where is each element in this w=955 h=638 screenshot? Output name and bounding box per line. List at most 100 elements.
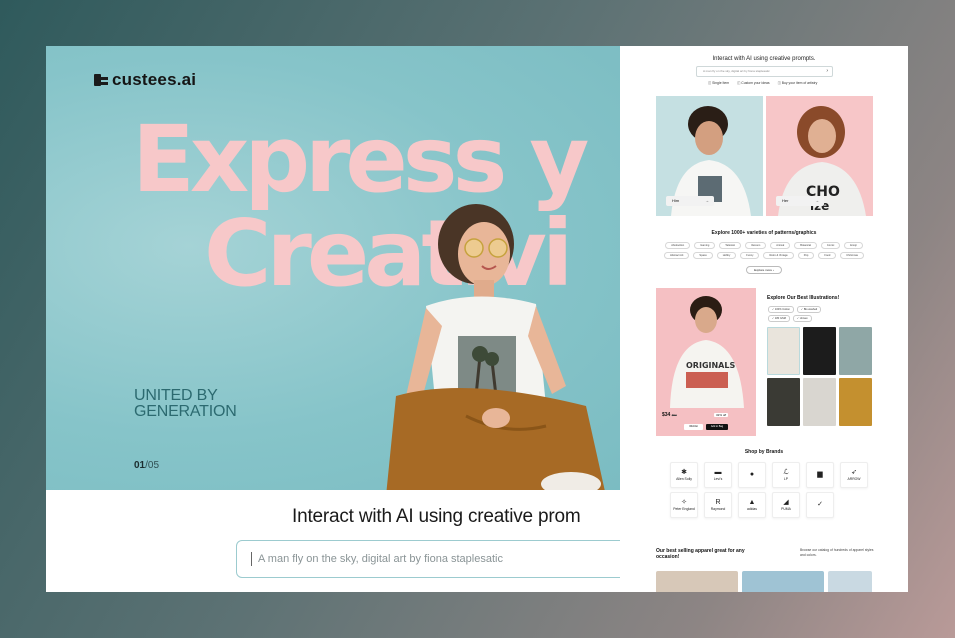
featured-product-card[interactable]: ORIGINALS $34 $50 32% off Wishlist Add t… <box>656 288 756 436</box>
logo-text: custees.ai <box>112 70 197 89</box>
pattern-tag[interactable]: Funny <box>740 252 760 259</box>
brand-logo[interactable]: ▬ Levi's <box>704 462 732 488</box>
pattern-tags: Abstraction Gaming Tattooist Vacuum Animal Bo… <box>660 242 868 259</box>
pattern-tag[interactable]: Gaming <box>694 242 716 249</box>
illustration-item[interactable] <box>803 378 836 426</box>
chip-custom-ideas[interactable]: Custom your ideas <box>737 81 769 85</box>
her-category-tile[interactable]: CHO ize Her → <box>766 96 873 216</box>
brand-name: PUMA <box>781 507 791 511</box>
arrow-right-icon: → <box>815 198 819 203</box>
brand-logo[interactable]: ▆ <box>806 462 834 488</box>
brand-glyph-icon: ➶ <box>851 469 857 476</box>
product-thumbnail[interactable] <box>742 571 824 592</box>
brand-logo[interactable]: ✱ Allen Solly <box>670 462 698 488</box>
price-value: $34 <box>662 412 671 418</box>
hero-headline-line-1: Express y <box>132 106 589 213</box>
tag-bio-washed[interactable]: Bio washed <box>796 306 822 313</box>
logo[interactable]: custees.ai <box>94 70 196 90</box>
patterns-title: Explore 1000+ varieties of patterns/grap… <box>711 230 817 236</box>
him-button[interactable]: Him → <box>666 196 714 206</box>
brand-logo[interactable]: ◢ PUMA <box>772 492 800 518</box>
her-label: Her <box>782 198 789 203</box>
panel-search-placeholder: A man fly on the sky, digital art by fio… <box>703 69 770 73</box>
illustration-tags: 100% Cotton Bio washed 180 GSM Unisex <box>768 306 838 322</box>
pattern-tag[interactable]: Emoji <box>844 242 863 249</box>
brand-glyph-icon: ◢ <box>783 499 789 506</box>
brand-name: Peter England <box>673 507 695 511</box>
brand-name: LP <box>783 477 789 481</box>
slide-current: 01 <box>134 460 146 471</box>
feature-chips: Single Item Custom your ideas Buy your i… <box>708 81 817 85</box>
illustration-item[interactable] <box>767 378 800 426</box>
pattern-tag[interactable]: Animal <box>770 242 791 249</box>
panel-title: Interact with AI using creative prompts. <box>712 56 816 62</box>
discount-badge: 32% off <box>714 413 729 417</box>
explore-more-button[interactable]: Explore more › <box>746 266 782 274</box>
wishlist-button[interactable]: Wishlist <box>684 424 703 430</box>
brands-title: Shop by Brands <box>744 449 784 455</box>
pattern-tag[interactable]: Tattooist <box>719 242 741 249</box>
brand-glyph-icon: ▆ <box>817 471 823 478</box>
best-selling-title: Our best selling apparel great for any o… <box>656 548 745 560</box>
brand-glyph-icon: ▲ <box>748 499 756 506</box>
illustration-item[interactable] <box>803 327 836 375</box>
her-button[interactable]: Her → <box>776 196 824 206</box>
best-selling-thumbnails <box>656 571 872 592</box>
illustration-item[interactable] <box>767 327 800 375</box>
page-preview-panel: Interact with AI using creative prompts.… <box>620 46 908 592</box>
tagline-line-1: UNITED BY <box>134 387 218 404</box>
brand-logo[interactable]: R Raymond <box>704 492 732 518</box>
panel-search-input[interactable]: A man fly on the sky, digital art by fio… <box>696 66 833 77</box>
pattern-tag[interactable]: Retro & Vintage <box>763 252 794 259</box>
illustration-item[interactable] <box>839 327 872 375</box>
pattern-tag[interactable]: Christmas <box>840 252 864 259</box>
illustration-grid <box>767 327 873 426</box>
brand-logo[interactable]: ✧ Peter England <box>670 492 698 518</box>
featured-model-image: ORIGINALS <box>670 296 744 408</box>
svg-text:ORIGINALS: ORIGINALS <box>686 361 735 370</box>
product-thumbnail[interactable] <box>828 571 872 592</box>
pattern-tag[interactable]: Abstract Art <box>664 252 690 259</box>
brand-name: adidas <box>747 507 757 511</box>
brand-glyph-icon: ✱ <box>681 469 687 476</box>
prompt-title: Interact with AI using creative prom <box>292 506 581 527</box>
brand-logo[interactable]: ➶ ARROW <box>840 462 868 488</box>
brand-logo[interactable]: ● <box>738 462 766 488</box>
brand-glyph-icon: R <box>715 499 721 506</box>
brand-name: ARROW <box>847 477 861 481</box>
product-thumbnail[interactable] <box>656 571 738 592</box>
illustration-item[interactable] <box>839 378 872 426</box>
tag-cotton[interactable]: 100% Cotton <box>768 306 794 313</box>
brand-logo[interactable]: ✓ <box>806 492 834 518</box>
explore-more-label: Explore more <box>754 268 772 272</box>
chip-buy-item[interactable]: Buy your item of artistry <box>778 81 818 85</box>
slide-total: /05 <box>145 460 160 471</box>
brand-logo[interactable]: ▲ adidas <box>738 492 766 518</box>
hero-banner: custees.ai Express y Creativi UNITED BY … <box>46 46 620 490</box>
pattern-tag[interactable]: Space <box>693 252 713 259</box>
pattern-tag[interactable]: Abstraction <box>665 242 691 249</box>
brand-glyph-icon: ● <box>749 471 755 478</box>
tag-unisex[interactable]: Unisex <box>792 315 812 322</box>
pattern-tag[interactable]: Pop <box>797 252 815 259</box>
brand-glyph-icon: ℒ <box>783 469 789 476</box>
hero-tagline: UNITED BY GENERATION <box>134 388 237 420</box>
brand-glyph-icon: ✧ <box>681 499 687 506</box>
arrow-right-icon: → <box>705 198 709 203</box>
tagline-line-2: GENERATION <box>134 403 237 420</box>
pattern-tag[interactable]: Vacuum <box>744 242 767 249</box>
add-to-bag-button[interactable]: Add to Bag <box>706 424 728 430</box>
tag-gsm[interactable]: 180 GSM <box>768 315 790 322</box>
pattern-tag[interactable]: Comic <box>820 242 841 249</box>
pattern-tag[interactable]: Botanical <box>794 242 817 249</box>
brands-grid: ✱ Allen Solly ▬ Levi's ● ℒ LP ▆ ➶ ARROW ✧ Peter Eng… <box>670 462 868 518</box>
prompt-input[interactable]: A man fly on the sky, digital art by fio… <box>236 540 656 578</box>
him-category-tile[interactable]: Him → <box>656 96 763 216</box>
product-price: $34 $50 <box>662 412 677 418</box>
brand-logo[interactable]: ℒ LP <box>772 462 800 488</box>
brand-name: Levi's <box>713 477 723 481</box>
chip-single-item[interactable]: Single Item <box>708 81 729 85</box>
pattern-tag[interactable]: Food <box>818 252 837 259</box>
arrow-right-icon[interactable]: › <box>826 67 828 76</box>
pattern-tag[interactable]: Hobby <box>716 252 737 259</box>
